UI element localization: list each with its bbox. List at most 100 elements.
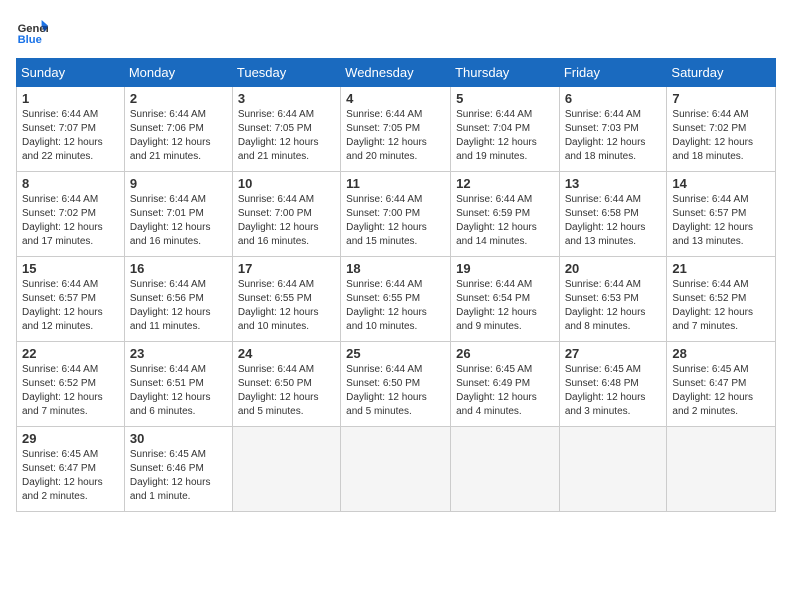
day-number: 27 xyxy=(565,346,662,361)
day-info: Sunrise: 6:44 AM Sunset: 7:04 PM Dayligh… xyxy=(456,108,554,164)
day-info: Sunrise: 6:44 AM Sunset: 7:03 PM Dayligh… xyxy=(565,108,662,164)
day-info: Sunrise: 6:44 AM Sunset: 7:00 PM Dayligh… xyxy=(346,193,445,249)
day-number: 7 xyxy=(672,91,770,106)
day-cell-29: 29 Sunrise: 6:45 AM Sunset: 6:47 PM Dayl… xyxy=(17,427,125,512)
day-number: 15 xyxy=(22,261,119,276)
empty-cell xyxy=(451,427,560,512)
day-cell-4: 4 Sunrise: 6:44 AM Sunset: 7:05 PM Dayli… xyxy=(341,87,451,172)
day-number: 6 xyxy=(565,91,662,106)
day-number: 1 xyxy=(22,91,119,106)
header-tuesday: Tuesday xyxy=(232,59,340,87)
day-info: Sunrise: 6:44 AM Sunset: 6:50 PM Dayligh… xyxy=(346,363,445,419)
day-number: 17 xyxy=(238,261,335,276)
day-info: Sunrise: 6:44 AM Sunset: 7:05 PM Dayligh… xyxy=(346,108,445,164)
day-info: Sunrise: 6:44 AM Sunset: 6:55 PM Dayligh… xyxy=(238,278,335,334)
day-number: 3 xyxy=(238,91,335,106)
day-info: Sunrise: 6:45 AM Sunset: 6:47 PM Dayligh… xyxy=(672,363,770,419)
day-cell-1: 1 Sunrise: 6:44 AM Sunset: 7:07 PM Dayli… xyxy=(17,87,125,172)
day-info: Sunrise: 6:44 AM Sunset: 7:00 PM Dayligh… xyxy=(238,193,335,249)
day-info: Sunrise: 6:45 AM Sunset: 6:46 PM Dayligh… xyxy=(130,448,227,504)
logo-icon: General Blue xyxy=(16,16,48,48)
header-monday: Monday xyxy=(124,59,232,87)
day-cell-19: 19 Sunrise: 6:44 AM Sunset: 6:54 PM Dayl… xyxy=(451,257,560,342)
day-info: Sunrise: 6:44 AM Sunset: 6:50 PM Dayligh… xyxy=(238,363,335,419)
day-number: 5 xyxy=(456,91,554,106)
day-cell-20: 20 Sunrise: 6:44 AM Sunset: 6:53 PM Dayl… xyxy=(559,257,667,342)
week-row-1: 1 Sunrise: 6:44 AM Sunset: 7:07 PM Dayli… xyxy=(17,87,776,172)
day-cell-28: 28 Sunrise: 6:45 AM Sunset: 6:47 PM Dayl… xyxy=(667,342,776,427)
day-number: 28 xyxy=(672,346,770,361)
day-number: 8 xyxy=(22,176,119,191)
empty-cell xyxy=(341,427,451,512)
day-number: 16 xyxy=(130,261,227,276)
day-info: Sunrise: 6:45 AM Sunset: 6:48 PM Dayligh… xyxy=(565,363,662,419)
day-info: Sunrise: 6:44 AM Sunset: 6:59 PM Dayligh… xyxy=(456,193,554,249)
day-cell-27: 27 Sunrise: 6:45 AM Sunset: 6:48 PM Dayl… xyxy=(559,342,667,427)
week-row-2: 8 Sunrise: 6:44 AM Sunset: 7:02 PM Dayli… xyxy=(17,172,776,257)
day-info: Sunrise: 6:44 AM Sunset: 6:58 PM Dayligh… xyxy=(565,193,662,249)
day-cell-16: 16 Sunrise: 6:44 AM Sunset: 6:56 PM Dayl… xyxy=(124,257,232,342)
day-cell-22: 22 Sunrise: 6:44 AM Sunset: 6:52 PM Dayl… xyxy=(17,342,125,427)
day-cell-11: 11 Sunrise: 6:44 AM Sunset: 7:00 PM Dayl… xyxy=(341,172,451,257)
day-cell-30: 30 Sunrise: 6:45 AM Sunset: 6:46 PM Dayl… xyxy=(124,427,232,512)
header-row: SundayMondayTuesdayWednesdayThursdayFrid… xyxy=(17,59,776,87)
day-info: Sunrise: 6:45 AM Sunset: 6:47 PM Dayligh… xyxy=(22,448,119,504)
day-number: 18 xyxy=(346,261,445,276)
empty-cell xyxy=(667,427,776,512)
day-info: Sunrise: 6:44 AM Sunset: 6:51 PM Dayligh… xyxy=(130,363,227,419)
empty-cell xyxy=(232,427,340,512)
day-number: 10 xyxy=(238,176,335,191)
empty-cell xyxy=(559,427,667,512)
header-thursday: Thursday xyxy=(451,59,560,87)
day-number: 23 xyxy=(130,346,227,361)
day-cell-18: 18 Sunrise: 6:44 AM Sunset: 6:55 PM Dayl… xyxy=(341,257,451,342)
week-row-4: 22 Sunrise: 6:44 AM Sunset: 6:52 PM Dayl… xyxy=(17,342,776,427)
day-cell-25: 25 Sunrise: 6:44 AM Sunset: 6:50 PM Dayl… xyxy=(341,342,451,427)
header-friday: Friday xyxy=(559,59,667,87)
week-row-5: 29 Sunrise: 6:45 AM Sunset: 6:47 PM Dayl… xyxy=(17,427,776,512)
day-number: 21 xyxy=(672,261,770,276)
day-number: 4 xyxy=(346,91,445,106)
day-cell-13: 13 Sunrise: 6:44 AM Sunset: 6:58 PM Dayl… xyxy=(559,172,667,257)
page-header: General Blue xyxy=(16,16,776,48)
day-info: Sunrise: 6:44 AM Sunset: 6:54 PM Dayligh… xyxy=(456,278,554,334)
day-number: 24 xyxy=(238,346,335,361)
day-cell-10: 10 Sunrise: 6:44 AM Sunset: 7:00 PM Dayl… xyxy=(232,172,340,257)
day-number: 22 xyxy=(22,346,119,361)
day-number: 19 xyxy=(456,261,554,276)
day-number: 13 xyxy=(565,176,662,191)
day-cell-14: 14 Sunrise: 6:44 AM Sunset: 6:57 PM Dayl… xyxy=(667,172,776,257)
logo: General Blue xyxy=(16,16,52,48)
day-info: Sunrise: 6:44 AM Sunset: 7:05 PM Dayligh… xyxy=(238,108,335,164)
day-info: Sunrise: 6:44 AM Sunset: 6:55 PM Dayligh… xyxy=(346,278,445,334)
day-cell-12: 12 Sunrise: 6:44 AM Sunset: 6:59 PM Dayl… xyxy=(451,172,560,257)
day-number: 9 xyxy=(130,176,227,191)
day-info: Sunrise: 6:44 AM Sunset: 6:53 PM Dayligh… xyxy=(565,278,662,334)
day-info: Sunrise: 6:45 AM Sunset: 6:49 PM Dayligh… xyxy=(456,363,554,419)
day-number: 30 xyxy=(130,431,227,446)
calendar: SundayMondayTuesdayWednesdayThursdayFrid… xyxy=(16,58,776,512)
day-info: Sunrise: 6:44 AM Sunset: 6:52 PM Dayligh… xyxy=(22,363,119,419)
day-cell-26: 26 Sunrise: 6:45 AM Sunset: 6:49 PM Dayl… xyxy=(451,342,560,427)
day-info: Sunrise: 6:44 AM Sunset: 7:01 PM Dayligh… xyxy=(130,193,227,249)
day-cell-9: 9 Sunrise: 6:44 AM Sunset: 7:01 PM Dayli… xyxy=(124,172,232,257)
day-number: 12 xyxy=(456,176,554,191)
day-number: 29 xyxy=(22,431,119,446)
day-number: 26 xyxy=(456,346,554,361)
day-number: 14 xyxy=(672,176,770,191)
day-info: Sunrise: 6:44 AM Sunset: 6:52 PM Dayligh… xyxy=(672,278,770,334)
day-info: Sunrise: 6:44 AM Sunset: 7:06 PM Dayligh… xyxy=(130,108,227,164)
day-number: 20 xyxy=(565,261,662,276)
day-cell-5: 5 Sunrise: 6:44 AM Sunset: 7:04 PM Dayli… xyxy=(451,87,560,172)
day-number: 11 xyxy=(346,176,445,191)
day-info: Sunrise: 6:44 AM Sunset: 7:07 PM Dayligh… xyxy=(22,108,119,164)
day-cell-24: 24 Sunrise: 6:44 AM Sunset: 6:50 PM Dayl… xyxy=(232,342,340,427)
day-cell-15: 15 Sunrise: 6:44 AM Sunset: 6:57 PM Dayl… xyxy=(17,257,125,342)
svg-text:Blue: Blue xyxy=(18,34,42,46)
day-cell-2: 2 Sunrise: 6:44 AM Sunset: 7:06 PM Dayli… xyxy=(124,87,232,172)
day-info: Sunrise: 6:44 AM Sunset: 7:02 PM Dayligh… xyxy=(22,193,119,249)
day-cell-17: 17 Sunrise: 6:44 AM Sunset: 6:55 PM Dayl… xyxy=(232,257,340,342)
day-info: Sunrise: 6:44 AM Sunset: 7:02 PM Dayligh… xyxy=(672,108,770,164)
day-cell-21: 21 Sunrise: 6:44 AM Sunset: 6:52 PM Dayl… xyxy=(667,257,776,342)
day-cell-23: 23 Sunrise: 6:44 AM Sunset: 6:51 PM Dayl… xyxy=(124,342,232,427)
